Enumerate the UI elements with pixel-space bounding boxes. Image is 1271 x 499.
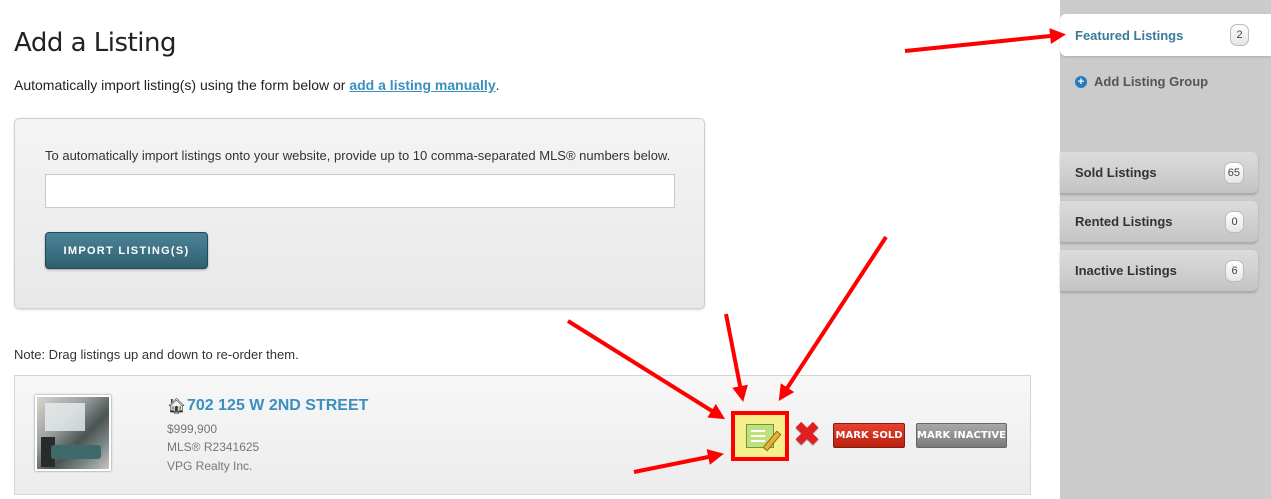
count-badge: 6 xyxy=(1225,260,1244,282)
house-icon: 🏠︎ xyxy=(167,397,187,415)
count-badge: 2 xyxy=(1230,24,1249,46)
mark-inactive-button[interactable]: MARK INACTIVE xyxy=(916,423,1007,448)
sidebar-item-inactive-listings[interactable]: Inactive Listings 6 xyxy=(1060,250,1258,292)
count-badge: 65 xyxy=(1223,162,1244,184)
close-x-icon[interactable]: ✖ xyxy=(793,418,821,450)
intro-text: Automatically import listing(s) using th… xyxy=(14,77,500,93)
intro-suffix: . xyxy=(495,77,500,93)
sidebar-item-sold-listings[interactable]: Sold Listings 65 xyxy=(1060,152,1258,194)
listing-row[interactable]: 🏠︎ 702 125 W 2ND STREET $999,900 MLS® R2… xyxy=(14,375,1031,495)
sidebar-item-label: Rented Listings xyxy=(1075,214,1173,229)
sidebar-item-label: Sold Listings xyxy=(1075,165,1157,180)
sidebar-item-label: Featured Listings xyxy=(1075,27,1184,43)
import-panel: To automatically import listings onto yo… xyxy=(14,118,705,309)
add-group-label: Add Listing Group xyxy=(1094,74,1209,89)
sidebar: Featured Listings 2 + Add Listing Group … xyxy=(1060,0,1271,499)
add-manually-link[interactable]: add a listing manually xyxy=(349,77,495,93)
add-listing-group-button[interactable]: + Add Listing Group xyxy=(1075,74,1208,89)
listing-mls: MLS® R2341625 xyxy=(167,440,260,454)
page-title: Add a Listing xyxy=(14,28,176,58)
import-instructions: To automatically import listings onto yo… xyxy=(45,148,671,163)
listing-brokerage: VPG Realty Inc. xyxy=(167,459,253,473)
sidebar-item-label: Inactive Listings xyxy=(1075,263,1177,278)
edit-notepad-icon[interactable] xyxy=(731,411,789,461)
plus-icon: + xyxy=(1075,75,1087,88)
sidebar-item-rented-listings[interactable]: Rented Listings 0 xyxy=(1060,201,1258,243)
listing-thumbnail[interactable] xyxy=(35,395,111,471)
mls-numbers-input[interactable] xyxy=(45,174,675,208)
mark-sold-button[interactable]: MARK SOLD xyxy=(833,423,905,448)
count-badge: 0 xyxy=(1225,211,1244,233)
intro-prefix: Automatically import listing(s) using th… xyxy=(14,77,350,93)
main-content: Add a Listing Automatically import listi… xyxy=(0,0,1060,499)
listing-price: $999,900 xyxy=(167,422,218,436)
listing-address-row: 🏠︎ 702 125 W 2ND STREET xyxy=(167,397,368,415)
listing-address[interactable]: 702 125 W 2ND STREET xyxy=(187,397,368,415)
sidebar-item-featured-listings[interactable]: Featured Listings 2 xyxy=(1060,14,1271,56)
import-listings-button[interactable]: IMPORT LISTING(S) xyxy=(45,232,208,269)
reorder-note: Note: Drag listings up and down to re-or… xyxy=(14,347,299,362)
